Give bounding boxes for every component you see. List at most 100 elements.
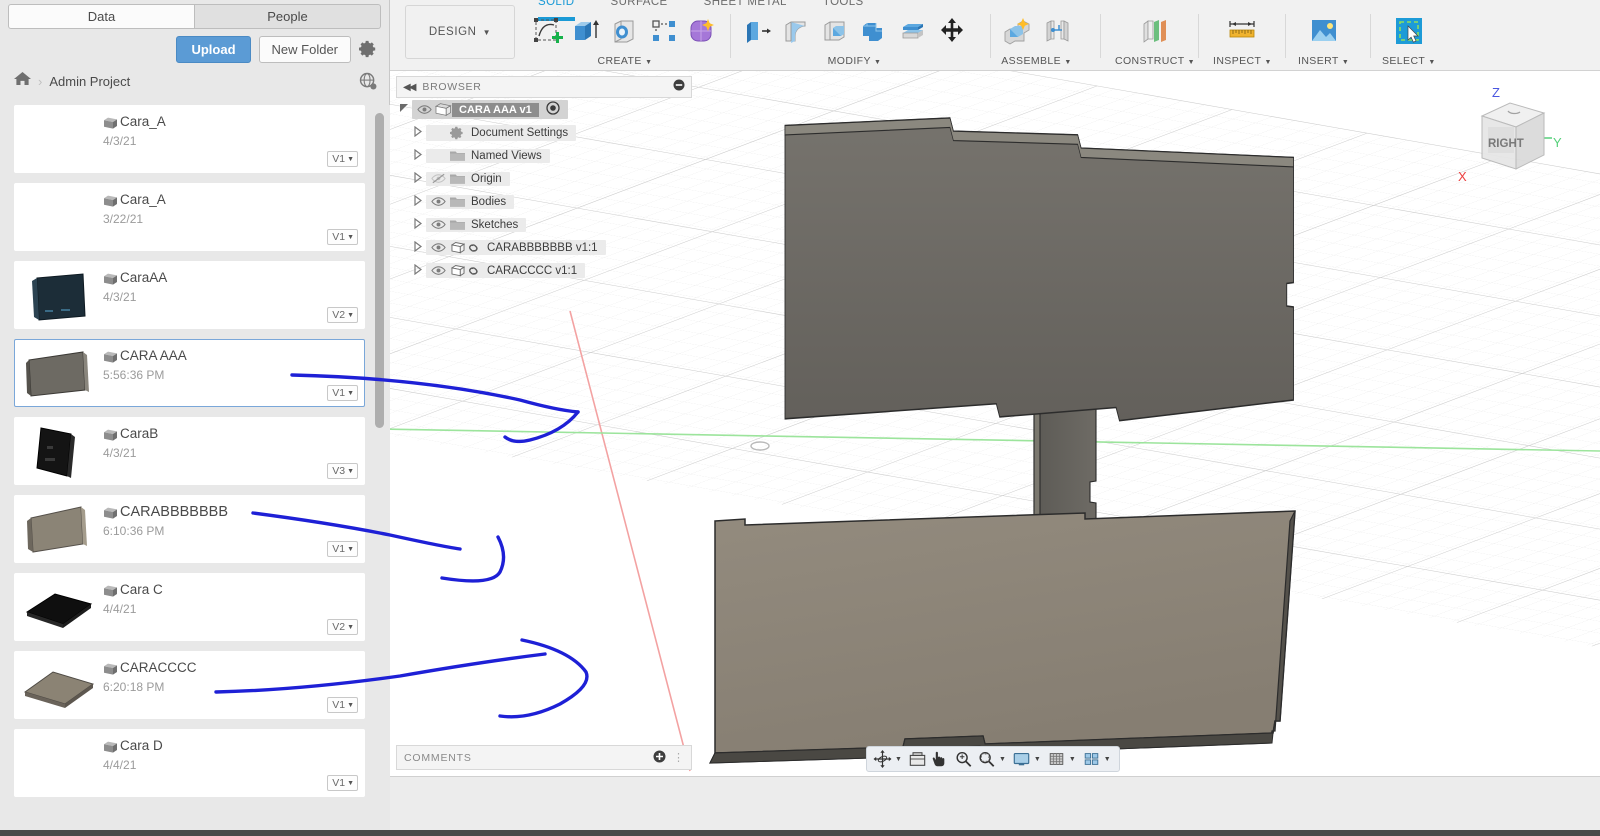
tab-data[interactable]: Data <box>8 4 195 29</box>
tree-row[interactable]: Document Settings <box>396 121 692 144</box>
file-list-scrollbar[interactable] <box>375 113 384 428</box>
insert-image-icon[interactable] <box>1307 14 1341 48</box>
chevron-down-icon[interactable]: ▼ <box>1104 756 1114 763</box>
tree-row-root[interactable]: CARA AAA v1 <box>396 98 692 121</box>
expand-arrow-icon[interactable] <box>410 240 426 254</box>
tab-sheet-metal[interactable]: SHEET METAL <box>686 0 805 10</box>
tree-row[interactable]: Origin <box>396 167 692 190</box>
new-folder-button[interactable]: New Folder <box>258 35 351 63</box>
file-version-chip[interactable]: V2 ▼ <box>327 307 358 323</box>
file-card[interactable]: Cara D 4/4/21 V1 ▼ <box>14 729 365 797</box>
radio-active-icon[interactable] <box>546 101 560 118</box>
offset-face-icon[interactable] <box>896 14 930 48</box>
combine-icon[interactable] <box>857 14 891 48</box>
tab-people[interactable]: People <box>195 4 381 29</box>
file-version-chip[interactable]: V1 ▼ <box>327 697 358 713</box>
tab-tools[interactable]: TOOLS <box>805 0 882 10</box>
tree-node-pill[interactable]: CARABBBBBBB v1:1 <box>426 240 606 255</box>
chevron-down-icon[interactable]: ▼ <box>895 756 905 763</box>
new-component-icon[interactable] <box>1000 14 1034 48</box>
eye-visible-icon[interactable] <box>428 265 448 276</box>
expand-arrow-icon[interactable] <box>410 125 426 139</box>
look-at-icon[interactable] <box>907 749 928 769</box>
expand-arrow-icon[interactable] <box>396 103 412 116</box>
file-card[interactable]: CaraAA 4/3/21 V2 ▼ <box>14 261 365 329</box>
tree-node-pill[interactable]: Origin <box>426 171 510 186</box>
expand-arrow-icon[interactable] <box>410 148 426 162</box>
move-copy-icon[interactable] <box>935 14 969 48</box>
file-version-chip[interactable]: V1 ▼ <box>327 229 358 245</box>
fit-icon[interactable] <box>976 749 997 769</box>
file-card[interactable]: CARACCCC 6:20:18 PM V1 ▼ <box>14 651 365 719</box>
file-version-chip[interactable]: V2 ▼ <box>327 619 358 635</box>
insert-menu-label[interactable]: INSERT ▼ <box>1298 55 1349 67</box>
chevron-down-icon[interactable]: ▼ <box>1069 756 1079 763</box>
tree-row[interactable]: Bodies <box>396 190 692 213</box>
tab-surface[interactable]: SURFACE <box>593 0 686 10</box>
measure-icon[interactable] <box>1225 14 1259 48</box>
expand-arrow-icon[interactable] <box>410 171 426 185</box>
modify-menu-label[interactable]: MODIFY ▼ <box>828 55 882 67</box>
tree-row[interactable]: CARABBBBBBB v1:1 <box>396 236 692 259</box>
assemble-menu-label[interactable]: ASSEMBLE ▼ <box>1001 55 1071 67</box>
expand-arrow-icon[interactable] <box>410 194 426 208</box>
add-comment-icon[interactable] <box>653 750 666 766</box>
offset-plane-icon[interactable] <box>1138 14 1172 48</box>
file-version-chip[interactable]: V1 ▼ <box>327 541 358 557</box>
fillet-icon[interactable] <box>779 14 813 48</box>
eye-visible-icon[interactable] <box>428 196 448 207</box>
file-list[interactable]: Cara_A 4/3/21 V1 ▼ Cara_A 3/22/21 V1 ▼ CaraAA 4/3… <box>0 105 390 836</box>
revolve-icon[interactable] <box>608 14 642 48</box>
viewports-icon[interactable] <box>1081 749 1102 769</box>
eye-hidden-icon[interactable] <box>428 173 448 184</box>
expand-arrow-icon[interactable] <box>410 263 426 277</box>
shell-icon[interactable] <box>818 14 852 48</box>
pattern-icon[interactable] <box>647 14 681 48</box>
file-card[interactable]: CARABBBBBBB 6:10:36 PM V1 ▼ <box>14 495 365 563</box>
tree-row[interactable]: CARACCCC v1:1 <box>396 259 692 282</box>
resize-grip-icon[interactable]: ⋮ <box>673 751 684 764</box>
construct-menu-label[interactable]: CONSTRUCT ▼ <box>1115 55 1195 67</box>
workspace-selector[interactable]: DESIGN ▼ <box>405 5 515 59</box>
form-icon[interactable] <box>686 14 720 48</box>
press-pull-icon[interactable] <box>740 14 774 48</box>
inspect-menu-label[interactable]: INSPECT ▼ <box>1213 55 1272 67</box>
file-card[interactable]: Cara C 4/4/21 V2 ▼ <box>14 573 365 641</box>
upload-button[interactable]: Upload <box>176 35 251 63</box>
file-version-chip[interactable]: V1 ▼ <box>327 775 358 791</box>
file-card[interactable]: Cara_A 4/3/21 V1 ▼ <box>14 105 365 173</box>
3d-viewport[interactable]: ◀◀ BROWSER CARA AAA v1 Document Settings N… <box>390 71 1600 776</box>
joint-icon[interactable] <box>1039 14 1073 48</box>
browser-tree[interactable]: CARA AAA v1 Document Settings Named Views O… <box>396 98 692 282</box>
extrude-icon[interactable] <box>569 14 603 48</box>
tree-node-pill[interactable]: Sketches <box>426 217 527 232</box>
file-version-chip[interactable]: V1 ▼ <box>327 151 358 167</box>
vertical-back-panel[interactable] <box>784 117 1294 422</box>
navigation-bar[interactable]: ▼ ▼ ▼ ▼ ▼ <box>866 746 1120 772</box>
eye-visible-icon[interactable] <box>428 242 448 253</box>
globe-share-icon[interactable] <box>359 72 377 90</box>
tree-node-pill[interactable]: CARACCCC v1:1 <box>426 263 586 278</box>
orbit-icon[interactable] <box>872 749 893 769</box>
select-menu-label[interactable]: SELECT ▼ <box>1382 55 1436 67</box>
file-version-chip[interactable]: V3 ▼ <box>327 463 358 479</box>
comments-panel[interactable]: COMMENTS ⋮ <box>396 745 692 770</box>
grid-snap-icon[interactable] <box>1046 749 1067 769</box>
tree-node-pill[interactable]: Bodies <box>426 194 515 209</box>
tab-solid[interactable]: SOLID <box>520 0 593 21</box>
create-sketch-icon[interactable] <box>530 14 564 48</box>
create-menu-label[interactable]: CREATE ▼ <box>598 55 653 67</box>
tree-node-pill[interactable]: Named Views <box>426 148 550 163</box>
tree-node-pill[interactable]: Document Settings <box>426 124 577 141</box>
file-version-chip[interactable]: V1 ▼ <box>327 385 358 401</box>
file-card[interactable]: CARA AAA 5:56:36 PM V1 ▼ <box>14 339 365 407</box>
minimize-icon[interactable] <box>673 78 685 96</box>
home-icon[interactable] <box>14 71 31 91</box>
pan-icon[interactable] <box>930 749 951 769</box>
file-card[interactable]: CaraB 4/3/21 V3 ▼ <box>14 417 365 485</box>
select-window-icon[interactable] <box>1392 14 1426 48</box>
chevron-down-icon[interactable]: ▼ <box>1034 756 1044 763</box>
horizontal-base-panel[interactable] <box>709 510 1296 764</box>
breadcrumb-project[interactable]: Admin Project <box>49 74 130 89</box>
chevron-down-icon[interactable]: ▼ <box>999 756 1009 763</box>
